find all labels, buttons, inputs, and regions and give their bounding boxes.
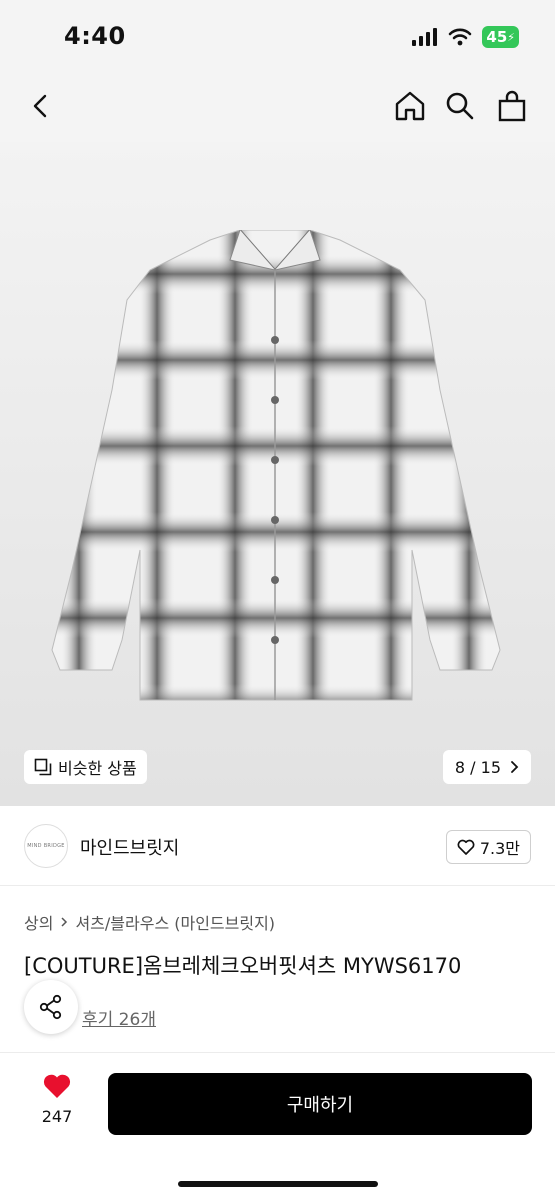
buy-button[interactable]: 구매하기 <box>108 1073 532 1135</box>
wishlist-button[interactable]: 247 <box>30 1073 84 1126</box>
home-indicator <box>178 1181 378 1187</box>
search-icon <box>446 92 474 120</box>
status-time: 4:40 <box>64 22 126 50</box>
image-pager[interactable]: 8 / 15 <box>442 750 531 784</box>
brand-like-count: 7.3만 <box>479 839 520 858</box>
similar-products-label: 비슷한 상품 <box>58 759 137 778</box>
chevron-left-icon <box>33 94 47 118</box>
similar-products-button[interactable]: 비슷한 상품 <box>24 750 147 784</box>
cart-button[interactable] <box>492 86 532 126</box>
bottom-action-bar: 247 구매하기 <box>0 1052 555 1200</box>
wifi-icon <box>449 28 472 46</box>
brand-name[interactable]: 마인드브릿지 <box>80 834 179 860</box>
signal-icon <box>412 28 438 46</box>
brand-like-button[interactable]: 7.3만 <box>445 830 531 864</box>
top-nav <box>0 72 555 142</box>
product-image-gallery[interactable]: 비슷한 상품 8 / 15 <box>0 142 555 806</box>
search-button[interactable] <box>440 86 480 126</box>
chevron-right-icon <box>61 917 68 927</box>
heart-filled-icon <box>43 1074 71 1098</box>
reviews-link[interactable]: 후기 26개 <box>82 1005 156 1030</box>
copy-icon <box>34 758 52 776</box>
home-button[interactable] <box>390 86 430 126</box>
charging-icon: ⚡ <box>507 30 515 44</box>
breadcrumb-item[interactable]: 셔츠/블라우스 (마인드브릿지) <box>75 910 275 934</box>
brand-row: MIND BRIDGE 마인드브릿지 7.3만 <box>0 806 555 886</box>
status-bar: 4:40 45 ⚡ <box>0 0 555 72</box>
product-title: [COUTURE]옴브레체크오버핏셔츠 MYWS6170 <box>24 954 462 978</box>
brand-logo[interactable]: MIND BRIDGE <box>24 824 68 868</box>
brand-logo-text: MIND BRIDGE <box>27 843 65 849</box>
battery-level: 45 <box>486 28 508 46</box>
back-button[interactable] <box>20 86 60 126</box>
battery-indicator: 45 ⚡ <box>482 26 519 48</box>
share-button[interactable] <box>24 980 78 1034</box>
wishlist-count: 247 <box>41 1107 73 1126</box>
chevron-right-icon <box>511 761 519 773</box>
heart-outline-icon <box>457 839 475 855</box>
status-icons: 45 ⚡ <box>412 26 519 48</box>
home-icon <box>395 91 425 121</box>
share-icon <box>39 994 62 1020</box>
page-indicator: 8 / 15 <box>454 757 501 777</box>
breadcrumb: 상의 셔츠/블라우스 (마인드브릿지) <box>24 910 275 934</box>
shopping-bag-icon <box>498 90 526 122</box>
product-photo-shirt <box>51 230 501 701</box>
breadcrumb-item[interactable]: 상의 <box>24 910 53 934</box>
